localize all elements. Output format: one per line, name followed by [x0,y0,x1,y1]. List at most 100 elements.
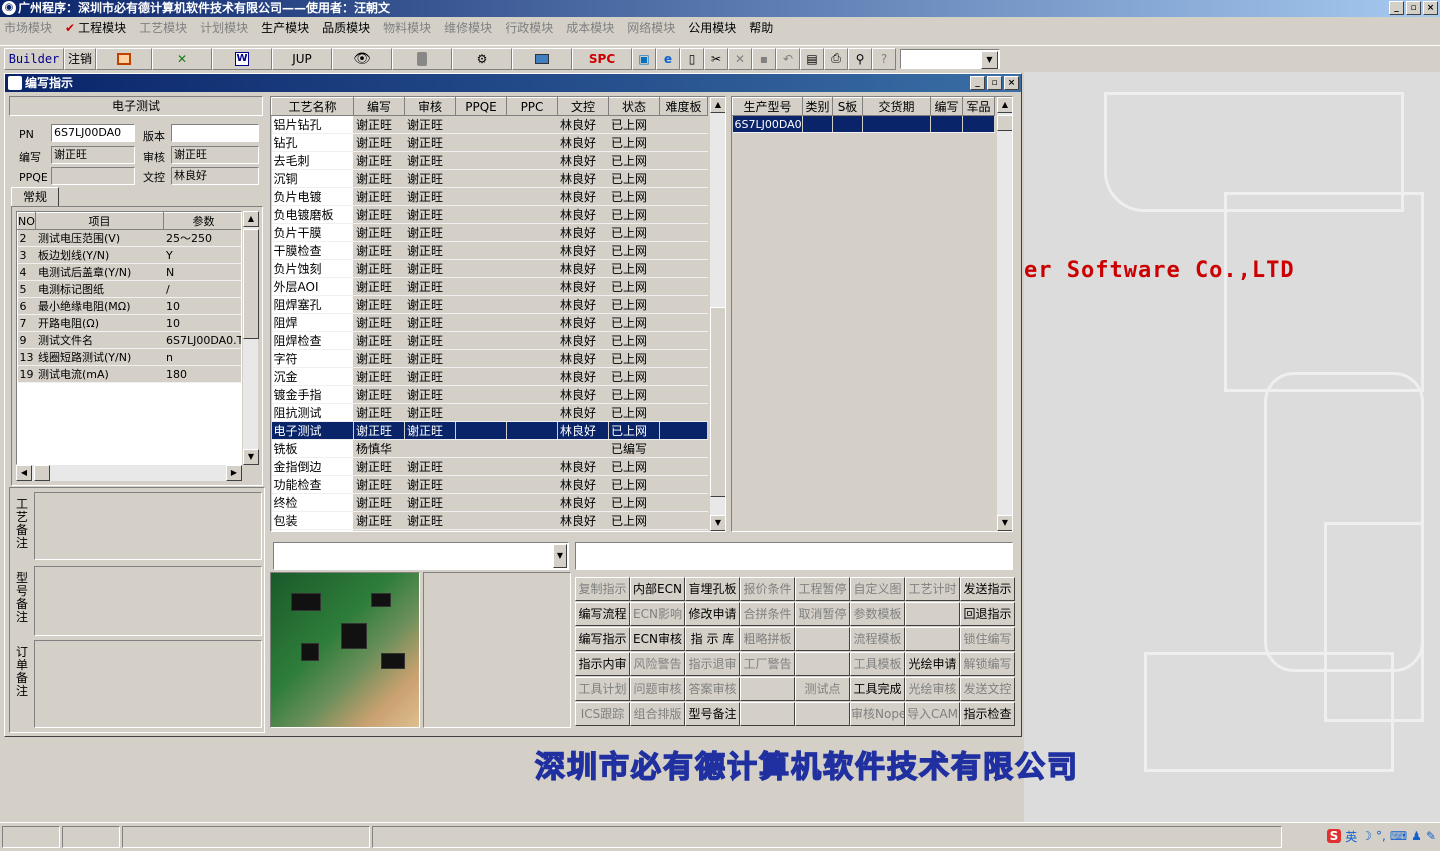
action-button-5-0[interactable]: ICS跟踪 [575,702,630,726]
menu-item-2[interactable]: 工艺模块 [139,19,187,36]
model-scroll-thumb[interactable] [997,115,1012,131]
menu-item-3[interactable]: 计划模块 [200,19,248,36]
process-row[interactable]: 负片干膜 谢正旺 谢正旺 林良好 已上网 [271,223,708,242]
doc-control-field[interactable]: 林良好 [171,167,259,185]
tab-general[interactable]: 常规 [11,187,59,207]
menu-item-12[interactable]: 帮助 [749,19,773,36]
process-header[interactable]: 工艺名称 [271,97,354,116]
action-button-5-5[interactable]: 审核Nope [850,702,905,726]
action-button-1-5[interactable]: 参数模板 [850,602,905,626]
model-memo[interactable] [34,566,262,636]
param-row[interactable]: 9测试文件名6S7LJ00DA0.TG [17,331,241,349]
action-button-2-7[interactable]: 锁住编写 [960,627,1015,651]
model-header[interactable]: 编写 [930,97,963,116]
params-hscroll[interactable]: ◀ ▶ [16,465,242,481]
action-button-0-5[interactable]: 自定义图 [850,577,905,601]
model-header[interactable]: S板 [832,97,863,116]
action-button-3-3[interactable]: 工厂警告 [740,652,795,676]
process-header[interactable]: PPC [506,97,558,116]
menu-item-6[interactable]: 物料模块 [383,19,431,36]
action-button-5-1[interactable]: 组合排版 [630,702,685,726]
params-grid[interactable]: NO 项目 参数 2 测试电压范围(V) 25～250 3 板边划线(Y/N) Y 4 电测试后盖… [16,211,242,465]
param-row[interactable]: 2 测试电压范围(V) 25～250 [17,229,241,247]
save-button[interactable]: ▪ [752,47,776,70]
word-button[interactable]: W [212,47,272,70]
menu-item-7[interactable]: 维修模块 [444,19,492,36]
database-button[interactable] [392,47,452,70]
param-row[interactable]: 5 电测标记图纸 / [17,280,241,298]
action-button-0-6[interactable]: 工艺计时 [905,577,960,601]
ppqe-field[interactable] [51,167,135,185]
process-vscroll[interactable]: ▲ ▼ [709,97,725,531]
keyboard-icon[interactable]: ⌨ [1390,829,1407,843]
sogou-icon[interactable]: S [1326,829,1342,843]
ime-mode[interactable]: 英 [1345,828,1357,845]
eye-button[interactable]: 👁 [332,47,392,70]
logout-button[interactable]: 注销 [64,47,96,70]
instruction-input[interactable] [575,542,1013,570]
process-row[interactable]: 终检 谢正旺 谢正旺 林良好 已上网 [271,493,708,512]
print-button[interactable]: ⎙ [824,47,848,70]
model-scroll-up-icon[interactable]: ▲ [997,97,1012,113]
process-header[interactable]: 状态 [608,97,660,116]
builder-button[interactable]: Builder [4,47,64,70]
action-button-3-5[interactable]: 工具模板 [850,652,905,676]
param-header[interactable]: 参数 [163,212,241,230]
param-row[interactable]: 7 开路电阻(Ω) 10 [17,314,241,332]
action-button-1-1[interactable]: ECN影响 [630,602,685,626]
chevron-down-icon[interactable]: ▼ [553,544,567,568]
process-row[interactable]: 负片电镀 谢正旺 谢正旺 林良好 已上网 [271,187,708,206]
action-button-1-0[interactable]: 编写流程 [575,602,630,626]
model-header[interactable]: 生产型号 [732,97,803,116]
menu-item-8[interactable]: 行政模块 [505,19,553,36]
version-field[interactable] [171,124,259,142]
excel-button[interactable]: ✕ [152,47,212,70]
process-row[interactable]: 铝片钻孔 谢正旺 谢正旺 林良好 已上网 [271,115,708,134]
action-button-1-7[interactable]: 回退指示 [960,602,1015,626]
action-button-2-0[interactable]: 编写指示 [575,627,630,651]
param-row[interactable]: 3 板边划线(Y/N) Y [17,246,241,264]
param-row[interactable]: 6 最小绝缘电阻(MΩ) 10 [17,297,241,315]
scroll-up-icon[interactable]: ▲ [243,211,259,227]
process-combo[interactable]: ▼ [273,542,569,570]
process-row[interactable]: 阻焊检查 谢正旺 谢正旺 林良好 已上网 [271,331,708,350]
action-button-5-7[interactable]: 指示检查 [960,702,1015,726]
toolbar-combo[interactable] [900,48,1000,69]
process-scroll-thumb[interactable] [710,307,725,497]
action-button-4-6[interactable]: 光绘审核 [905,677,960,701]
action-button-4-0[interactable]: 工具计划 [575,677,630,701]
new-doc-button[interactable]: ▯ [680,47,704,70]
process-row[interactable]: 外层AOI 谢正旺 谢正旺 林良好 已上网 [271,277,708,296]
preview-button[interactable]: ▤ [800,47,824,70]
process-row[interactable]: 负片蚀刻 谢正旺 谢正旺 林良好 已上网 [271,259,708,278]
process-header[interactable]: 文控 [557,97,609,116]
child-minimize-button[interactable]: _ [970,76,985,90]
action-button-1-4[interactable]: 取消暂停 [795,602,850,626]
computer-button[interactable] [512,47,572,70]
action-button-4-1[interactable]: 问题审核 [630,677,685,701]
process-row[interactable]: 阻抗测试 谢正旺 谢正旺 林良好 已上网 [271,403,708,422]
scroll-left-icon[interactable]: ◀ [16,465,32,481]
network-button[interactable]: ⚙ [452,47,512,70]
menu-item-1[interactable]: ✔ 工程模块 [65,19,126,36]
action-button-3-6[interactable]: 光绘申请 [905,652,960,676]
action-button-2-5[interactable]: 流程模板 [850,627,905,651]
process-header[interactable]: 难度板 [659,97,708,116]
menu-item-11[interactable]: 公用模块 [688,19,736,36]
process-row[interactable]: 铣板 杨慎华 已编写 [271,439,708,458]
process-row[interactable]: 阻焊 谢正旺 谢正旺 林良好 已上网 [271,313,708,332]
action-button-3-4[interactable] [795,652,850,676]
action-button-2-6[interactable] [905,627,960,651]
wrench-icon[interactable]: ✎ [1426,829,1436,843]
menu-item-10[interactable]: 网络模块 [627,19,675,36]
undo-button[interactable]: ↶ [776,47,800,70]
param-header[interactable]: NO [17,212,36,230]
ppt-button[interactable] [96,47,152,70]
pn-field[interactable]: 6S7LJ00DA0 [51,124,135,142]
param-row[interactable]: 4 电测试后盖章(Y/N) N [17,263,241,281]
action-button-1-2[interactable]: 修改申请 [685,602,740,626]
model-row[interactable]: 6S7LJ00DA0 [732,115,995,133]
notepad-button[interactable]: ▣ [632,47,656,70]
process-row[interactable]: 成品仓谢正旺谢正旺林良好已上网 [271,529,708,531]
process-row[interactable]: 字符 谢正旺 谢正旺 林良好 已上网 [271,349,708,368]
